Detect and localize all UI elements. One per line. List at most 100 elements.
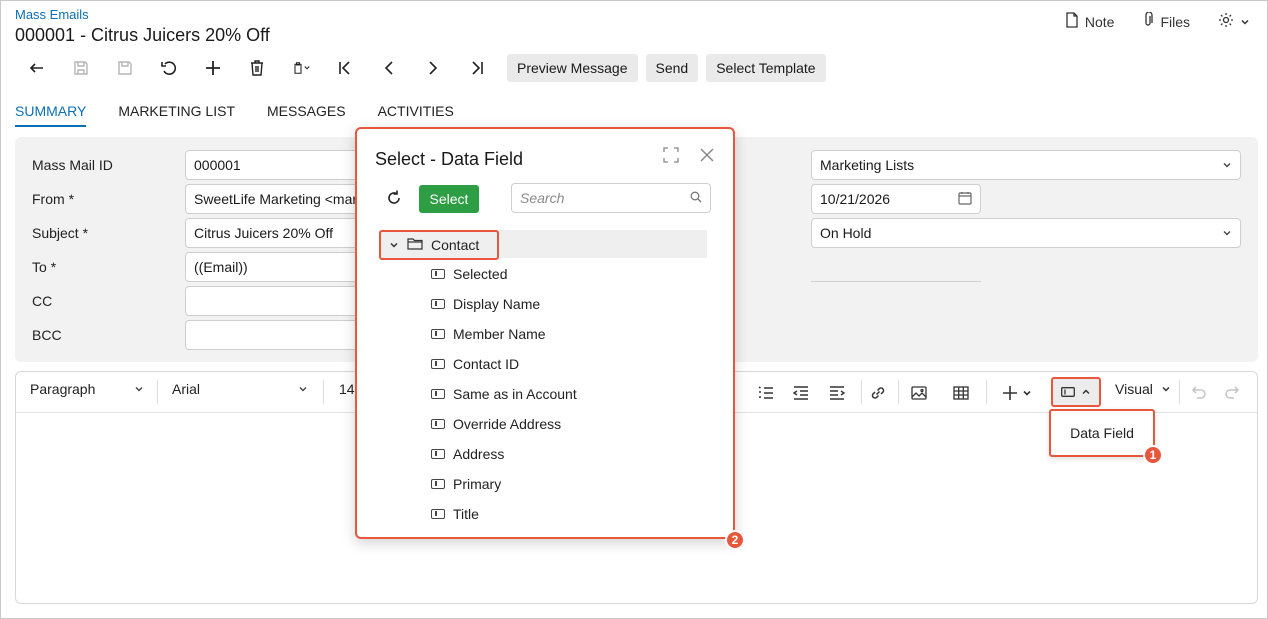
visual-mode-value: Visual [1115,381,1153,397]
files-button[interactable]: Files [1142,11,1190,31]
chevron-down-icon [298,381,308,397]
font-select[interactable]: Arial [172,381,308,397]
bcc-field[interactable] [185,320,365,350]
field-icon [431,509,445,519]
tree-item-label: Contact ID [453,356,520,372]
search-placeholder: Search [520,190,565,206]
outdent-icon[interactable] [791,383,811,403]
back-icon[interactable] [15,54,59,82]
required-mark: * [82,225,89,241]
divider [323,380,324,404]
select-template-button[interactable]: Select Template [706,54,826,82]
tab-summary[interactable]: SUMMARY [15,103,87,127]
table-icon[interactable] [951,383,971,403]
tree-item[interactable]: Address [431,446,504,462]
select-data-field-dialog: Select - Data Field Select Search Contac… [355,127,735,539]
tree-item[interactable]: Display Name [431,296,540,312]
divider [898,380,899,404]
tree-item-label: Address [453,446,505,462]
to-label: To * [32,259,57,275]
numbered-list-icon[interactable] [756,383,776,403]
data-field-dropdown-button[interactable] [1051,377,1101,407]
tree-item-label: Selected [453,266,508,282]
date-value: 10/21/2026 [820,191,891,207]
copy-paste-icon[interactable] [279,54,323,82]
status-select[interactable]: On Hold [811,218,1241,248]
cc-label: CC [32,293,53,309]
field-icon [431,479,445,489]
tab-messages[interactable]: MESSAGES [267,103,346,127]
visual-mode-select[interactable]: Visual [1115,381,1171,397]
field-icon [431,299,445,309]
page-title: 000001 - Citrus Juicers 20% Off [15,25,270,45]
tab-marketing-list[interactable]: MARKETING LIST [118,103,235,127]
refresh-icon[interactable] [385,189,405,209]
chevron-down-icon[interactable] [389,237,399,253]
preview-message-button[interactable]: Preview Message [507,54,638,82]
image-icon[interactable] [909,383,929,403]
tree-node-label: Contact [431,237,480,253]
tree-item[interactable]: Selected [431,266,507,282]
data-field-menu-item[interactable]: Data Field [1070,425,1134,441]
maximize-icon[interactable] [663,147,679,166]
last-record-icon[interactable] [455,54,499,82]
chevron-down-icon [134,381,144,397]
indent-icon[interactable] [827,383,847,403]
font-value: Arial [172,381,201,397]
field-icon [431,269,445,279]
mass-mail-id-field[interactable]: 000001 [185,150,365,180]
tree-item[interactable]: Primary [431,476,501,492]
select-button[interactable]: Select [419,185,479,213]
step-marker-2: 2 [725,530,745,550]
send-button[interactable]: Send [645,54,699,82]
subject-field[interactable]: Citrus Juicers 20% Off [185,218,365,248]
calendar-icon[interactable] [958,191,972,208]
status-value: On Hold [820,225,872,241]
link-icon[interactable] [868,383,888,403]
breadcrumb[interactable]: Mass Emails [15,7,89,22]
tree-item[interactable]: Title [431,506,479,522]
to-field[interactable]: ((Email)) [185,252,365,282]
insert-dropdown[interactable] [999,383,1035,403]
note-icon [1065,12,1079,31]
tab-activities[interactable]: ACTIVITIES [378,103,454,127]
paragraph-select[interactable]: Paragraph [30,381,144,397]
undo-icon[interactable] [147,54,191,82]
undo-icon[interactable] [1188,383,1208,403]
redo-icon[interactable] [1223,383,1243,403]
required-mark: * [50,259,57,275]
chevron-down-icon [1222,225,1232,241]
delete-icon[interactable] [235,54,279,82]
from-label: From * [32,191,75,207]
paperclip-icon [1142,11,1154,31]
chevron-down-icon [1161,381,1171,397]
tree-item-label: Display Name [453,296,541,312]
subject-label: Subject * [32,225,89,241]
source-select[interactable]: Marketing Lists [811,150,1241,180]
add-icon[interactable] [191,54,235,82]
form-toolbar: Preview Message Send Select Template [15,54,826,82]
settings-button[interactable] [1218,12,1250,31]
tree-node-contact[interactable]: Contact [379,230,499,260]
note-button[interactable]: Note [1065,12,1115,31]
tree-item[interactable]: Contact ID [431,356,519,372]
next-record-icon[interactable] [411,54,455,82]
previous-record-icon[interactable] [367,54,411,82]
field-icon [431,329,445,339]
field-icon [431,389,445,399]
folder-icon [407,237,423,253]
first-record-icon[interactable] [323,54,367,82]
save-icon[interactable] [103,54,147,82]
field-icon [431,449,445,459]
tree-item-label: Override Address [453,416,562,432]
search-input[interactable]: Search [511,183,711,213]
save-and-close-icon[interactable] [59,54,103,82]
tree-item[interactable]: Member Name [431,326,546,342]
close-icon[interactable] [699,147,715,166]
tree-item[interactable]: Override Address [431,416,561,432]
tree-item[interactable]: Same as in Account [431,386,577,402]
cc-field[interactable] [185,286,365,316]
note-label: Note [1084,13,1115,30]
date-field[interactable]: 10/21/2026 [811,184,981,214]
from-field[interactable]: SweetLife Marketing <mar [185,184,365,214]
